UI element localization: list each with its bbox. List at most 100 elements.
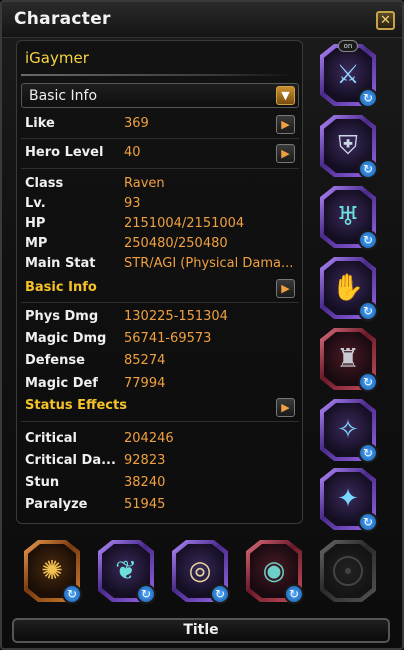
equip-slot-chest[interactable]: ⛨ ↻ bbox=[320, 115, 378, 179]
stat-value: 77994 bbox=[124, 376, 166, 391]
stat-row-critical-damage: Critical Da... 92823 bbox=[25, 453, 300, 471]
stat-label: Hero Level bbox=[25, 145, 104, 160]
stat-label: Like bbox=[25, 116, 55, 131]
equip-slot-crest-left[interactable]: ✧ ↻ bbox=[320, 399, 378, 463]
equip-slot-crest-right[interactable]: ✦ ↻ bbox=[320, 468, 378, 532]
equip-slot-necklace[interactable]: ✺ ↻ bbox=[24, 540, 82, 604]
stat-label: MP bbox=[25, 236, 48, 251]
info-dropdown[interactable]: Basic Info ▼ bbox=[21, 83, 299, 108]
stat-value: 38240 bbox=[124, 475, 166, 490]
gloves-icon: ✋ bbox=[331, 273, 365, 303]
stat-label: Main Stat bbox=[25, 256, 96, 271]
status-effects-expand-button[interactable]: ▶ bbox=[276, 398, 295, 417]
swap-icon[interactable]: ↻ bbox=[358, 443, 378, 463]
stat-label: Critical Da... bbox=[25, 453, 116, 468]
swap-icon[interactable]: ↻ bbox=[62, 584, 82, 604]
swap-icon[interactable]: ↻ bbox=[358, 230, 378, 250]
stat-value: 93 bbox=[124, 196, 141, 211]
stat-value: STR/AGI (Physical Dama... bbox=[124, 256, 294, 271]
title-button[interactable]: Title bbox=[12, 618, 390, 643]
stat-row-mp: MP 250480/250480 bbox=[25, 236, 300, 254]
window-titlebar: Character ✕ bbox=[2, 2, 402, 38]
stat-row-magic-def: Magic Def 77994 bbox=[25, 376, 300, 394]
chevron-right-icon: ▶ bbox=[281, 401, 290, 414]
swap-icon[interactable]: ↻ bbox=[358, 372, 378, 392]
like-expand-button[interactable]: ▶ bbox=[276, 115, 295, 134]
stat-label: Magic Dmg bbox=[25, 331, 107, 346]
equip-slot-ring-1[interactable]: ◎ ↻ bbox=[172, 540, 230, 604]
stat-value: 85274 bbox=[124, 353, 166, 368]
stat-row-main-stat: Main Stat STR/AGI (Physical Dama... bbox=[25, 256, 300, 274]
stat-value: 40 bbox=[124, 145, 141, 160]
weapon-icon: ⚔ bbox=[336, 60, 360, 90]
ring-icon: ◉ bbox=[262, 556, 286, 586]
stat-label: Paralyze bbox=[25, 497, 88, 512]
ring-icon: ◎ bbox=[188, 556, 212, 586]
divider bbox=[21, 421, 299, 422]
empty-slot-icon bbox=[333, 556, 363, 586]
swap-icon[interactable]: ↻ bbox=[358, 512, 378, 532]
boots-icon: ♜ bbox=[336, 344, 360, 374]
necklace-icon: ✺ bbox=[41, 556, 63, 586]
swap-icon[interactable]: ↻ bbox=[284, 584, 304, 604]
stat-label: Phys Dmg bbox=[25, 309, 99, 324]
stat-row-paralyze: Paralyze 51945 bbox=[25, 497, 300, 515]
divider bbox=[21, 138, 299, 139]
chest-armor-icon: ⛨ bbox=[338, 131, 358, 161]
stat-label: Lv. bbox=[25, 196, 46, 211]
close-button[interactable]: ✕ bbox=[376, 11, 395, 30]
crest-left-icon: ✧ bbox=[337, 415, 359, 445]
equip-slot-earring[interactable]: ❦ ↻ bbox=[98, 540, 156, 604]
earring-icon: ❦ bbox=[115, 556, 137, 586]
section-basic-info: Basic Info bbox=[25, 280, 97, 295]
basic-info-expand-button[interactable]: ▶ bbox=[276, 279, 295, 298]
on-badge: on bbox=[338, 40, 358, 52]
section-status-effects: Status Effects bbox=[25, 398, 127, 413]
stat-value: 92823 bbox=[124, 453, 166, 468]
stat-row-defense: Defense 85274 bbox=[25, 353, 300, 371]
stats-panel: iGaymer Basic Info ▼ Like 369 ▶ Hero Lev… bbox=[16, 40, 303, 524]
stat-row-class: Class Raven bbox=[25, 176, 300, 194]
window-title: Character bbox=[14, 9, 111, 29]
divider bbox=[21, 168, 299, 169]
divider bbox=[21, 302, 299, 303]
hero-level-expand-button[interactable]: ▶ bbox=[276, 144, 295, 163]
swap-icon[interactable]: ↻ bbox=[358, 159, 378, 179]
stat-label: Defense bbox=[25, 353, 85, 368]
equip-slot-boots[interactable]: ♜ ↻ bbox=[320, 328, 378, 392]
stat-row-magic-dmg: Magic Dmg 56741-69573 bbox=[25, 331, 300, 349]
info-dropdown-label: Basic Info bbox=[29, 88, 98, 104]
character-name: iGaymer bbox=[25, 49, 89, 67]
stat-value: 130225-151304 bbox=[124, 309, 228, 324]
swap-icon[interactable]: ↻ bbox=[136, 584, 156, 604]
stat-value: Raven bbox=[124, 176, 165, 191]
chevron-down-icon[interactable]: ▼ bbox=[276, 86, 295, 105]
stat-row-level: Lv. 93 bbox=[25, 196, 300, 214]
leg-armor-icon: ♅ bbox=[336, 202, 360, 232]
stat-row-hp: HP 2151004/2151004 bbox=[25, 216, 300, 234]
stat-value: 2151004/2151004 bbox=[124, 216, 245, 231]
crest-right-icon: ✦ bbox=[337, 484, 359, 514]
stat-label: HP bbox=[25, 216, 46, 231]
name-divider bbox=[21, 74, 296, 76]
equip-slot-ring-2[interactable]: ◉ ↻ bbox=[246, 540, 304, 604]
stat-label: Critical bbox=[25, 431, 78, 446]
chevron-right-icon: ▶ bbox=[281, 282, 290, 295]
equip-slot-gloves[interactable]: ✋ ↻ bbox=[320, 257, 378, 321]
stat-row-stun: Stun 38240 bbox=[25, 475, 300, 493]
chevron-right-icon: ▶ bbox=[281, 147, 290, 160]
stat-row-like: Like 369 bbox=[25, 116, 300, 134]
chevron-right-icon: ▶ bbox=[281, 118, 290, 131]
swap-icon[interactable]: ↻ bbox=[358, 301, 378, 321]
stat-row-critical: Critical 204246 bbox=[25, 431, 300, 449]
stat-value: 51945 bbox=[124, 497, 166, 512]
stat-value: 250480/250480 bbox=[124, 236, 228, 251]
stat-label: Class bbox=[25, 176, 64, 191]
equip-slot-legs[interactable]: ♅ ↻ bbox=[320, 186, 378, 250]
swap-icon[interactable]: ↻ bbox=[358, 88, 378, 108]
stat-value: 369 bbox=[124, 116, 149, 131]
stat-value: 204246 bbox=[124, 431, 174, 446]
equip-slot-empty[interactable] bbox=[320, 540, 376, 602]
equip-slot-weapon[interactable]: on ⚔ ↻ bbox=[320, 40, 378, 108]
swap-icon[interactable]: ↻ bbox=[210, 584, 230, 604]
